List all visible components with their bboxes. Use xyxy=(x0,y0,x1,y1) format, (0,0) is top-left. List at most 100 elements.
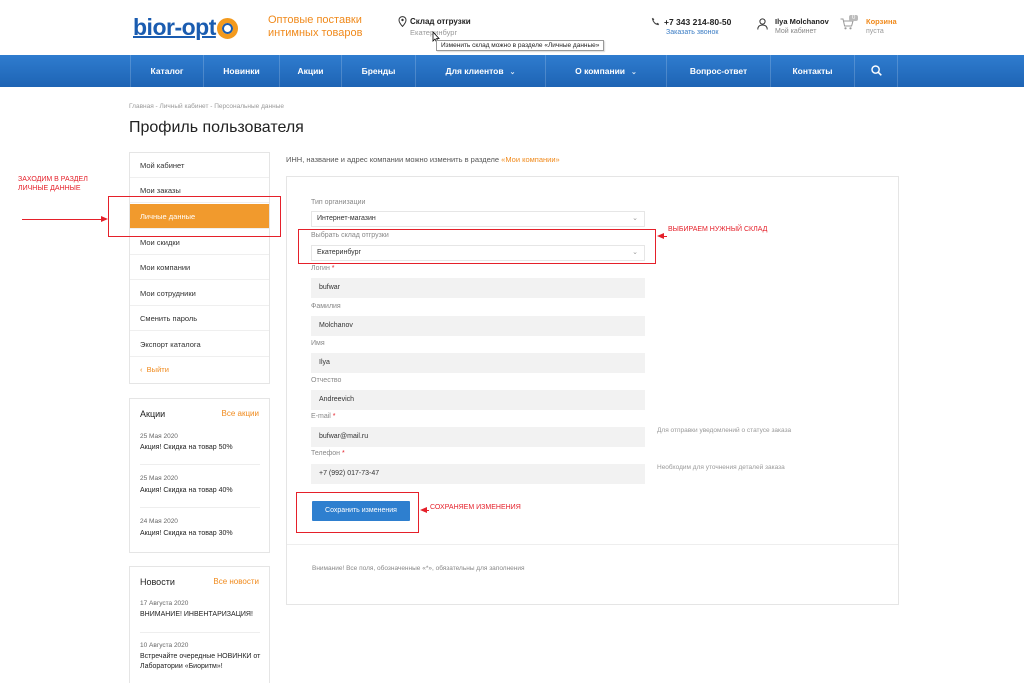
annotation-arrow xyxy=(663,236,667,237)
firstname-field[interactable]: Ilya xyxy=(311,353,645,373)
middlename-label: Отчество xyxy=(311,377,342,384)
site-tagline: Оптовые поставки интимных товаров xyxy=(268,14,362,40)
chevron-down-icon: ⌄ xyxy=(509,69,516,76)
required-mark: * xyxy=(331,265,335,272)
required-mark: * xyxy=(342,450,345,457)
phone-field[interactable]: +7 (992) 017-73-47 xyxy=(311,464,645,484)
org-type-value: Интернет-магазин xyxy=(317,215,376,222)
news-date: 10 Августа 2020 xyxy=(140,642,189,649)
nav-for-clients[interactable]: Для клиентов ⌄ xyxy=(415,55,545,87)
sidebar-item-my-employees[interactable]: Мои сотрудники xyxy=(130,281,269,306)
annotation-save-text: Сохраняем изменения xyxy=(430,504,521,511)
phone-icon xyxy=(651,17,660,26)
middlename-field[interactable]: Andreevich xyxy=(311,390,645,410)
cart-count-badge: 0 xyxy=(849,15,859,21)
news-link[interactable]: Встречайте очередные НОВИНКИ от Лаборато… xyxy=(140,652,264,672)
annotation-arrow xyxy=(426,510,429,511)
divider xyxy=(287,544,898,545)
promo-link[interactable]: Акция! Скидка на товар 30% xyxy=(140,529,233,539)
promos-panel: Акции Все акции 25 Мая 2020 Акция! Скидк… xyxy=(129,398,270,553)
news-title: Новости xyxy=(140,577,175,587)
logo-text: bior-opt xyxy=(133,13,216,40)
promos-title: Акции xyxy=(140,409,166,419)
phone-hint: Необходим для уточнения деталей заказа xyxy=(657,464,785,471)
tagline-line-1: Оптовые поставки xyxy=(268,14,362,26)
lastname-label: Фамилия xyxy=(311,303,341,310)
nav-contacts[interactable]: Контакты xyxy=(770,55,854,87)
required-fields-note: Внимание! Все поля, обозначенные «*», об… xyxy=(312,565,525,572)
my-companies-link[interactable]: «Мои компании» xyxy=(501,155,560,164)
callback-link[interactable]: Заказать звонок xyxy=(666,29,718,36)
annotation-warehouse-text: Выбираем нужный склад xyxy=(668,226,768,233)
account-sidebar: Мой кабинет Мои заказы Личные данные Мои… xyxy=(129,152,270,384)
logout-label: Выйти xyxy=(146,365,169,374)
map-pin-icon xyxy=(398,16,407,27)
divider xyxy=(140,507,260,508)
nav-search[interactable] xyxy=(854,55,898,87)
annotation-arrow xyxy=(22,219,106,220)
org-type-label: Тип организации xyxy=(311,199,366,206)
cart-link[interactable]: Корзина xyxy=(866,17,897,26)
intro-label: ИНН, название и адрес компании можно изм… xyxy=(286,155,502,164)
all-promos-link[interactable]: Все акции xyxy=(222,409,259,418)
back-arrow-icon: ‹ xyxy=(140,365,147,374)
news-link[interactable]: ВНИМАНИЕ! ИНВЕНТАРИЗАЦИЯ! xyxy=(140,610,253,620)
promo-date: 24 Мая 2020 xyxy=(140,518,178,525)
breadcrumb[interactable]: Главная - Личный кабинет - Персональные … xyxy=(129,103,284,110)
warehouse-selector[interactable]: Склад отгрузки xyxy=(410,17,471,26)
promo-date: 25 Мая 2020 xyxy=(140,475,178,482)
intro-text: ИНН, название и адрес компании можно изм… xyxy=(286,155,560,164)
org-type-select[interactable]: Интернет-магазин ⌄ xyxy=(311,211,645,227)
chevron-down-icon: ⌄ xyxy=(631,69,637,76)
annotation-section-text: Заходим в раздел личные данные xyxy=(18,176,88,192)
sidebar-item-my-companies[interactable]: Мои компании xyxy=(130,255,269,280)
header-phone[interactable]: +7 343 214-80-50 xyxy=(664,17,731,27)
sidebar-item-change-password[interactable]: Сменить пароль xyxy=(130,306,269,331)
search-icon xyxy=(870,65,882,76)
nav-new[interactable]: Новинки xyxy=(203,55,279,87)
email-label-text: E-mail xyxy=(311,413,331,420)
firstname-label: Имя xyxy=(311,340,325,347)
all-news-link[interactable]: Все новости xyxy=(213,577,259,586)
user-name[interactable]: Ilya Molchanov xyxy=(775,17,829,26)
nav-brands[interactable]: Бренды xyxy=(341,55,415,87)
nav-about[interactable]: О компании ⌄ xyxy=(545,55,666,87)
email-field[interactable]: bufwar@mail.ru xyxy=(311,427,645,447)
phone-label-text: Телефон xyxy=(311,450,341,457)
my-account-link[interactable]: Мой кабинет xyxy=(775,28,816,35)
nav-faq[interactable]: Вопрос-ответ xyxy=(666,55,770,87)
promo-date: 25 Мая 2020 xyxy=(140,433,178,440)
nav-catalog[interactable]: Каталог xyxy=(130,55,203,87)
email-label: E-mail * xyxy=(311,413,336,420)
cart-status: пуста xyxy=(866,28,884,35)
warehouse-tooltip: Изменить склад можно в разделе «Личные д… xyxy=(436,40,605,51)
nav-for-clients-label: Для клиентов xyxy=(445,66,504,76)
main-nav: Каталог Новинки Акции Бренды Для клиенто… xyxy=(0,55,1024,87)
required-mark: * xyxy=(332,413,336,420)
email-hint: Для отправки уведомлений о статусе заказ… xyxy=(657,427,792,434)
promo-link[interactable]: Акция! Скидка на товар 50% xyxy=(140,443,233,453)
login-field[interactable]: bufwar xyxy=(311,278,645,298)
logo-mark-icon xyxy=(216,17,238,39)
tagline-line-2: интимных товаров xyxy=(268,27,363,39)
annotation-box-personal-data xyxy=(108,196,281,237)
sidebar-item-my-account[interactable]: Мой кабинет xyxy=(130,153,269,178)
login-label: Логин * xyxy=(311,265,335,272)
divider xyxy=(140,632,260,633)
sidebar-item-export-catalog[interactable]: Экспорт каталога xyxy=(130,332,269,357)
logout-link[interactable]: ‹ Выйти xyxy=(130,357,269,382)
nav-promos[interactable]: Акции xyxy=(279,55,341,87)
divider xyxy=(140,464,260,465)
site-header: bior-opt Оптовые поставки интимных товар… xyxy=(0,0,1024,55)
login-label-text: Логин xyxy=(311,265,330,272)
annotation-box-warehouse xyxy=(298,229,656,264)
phone-label: Телефон * xyxy=(311,450,345,457)
news-date: 17 Августа 2020 xyxy=(140,600,189,607)
promo-link[interactable]: Акция! Скидка на товар 40% xyxy=(140,486,233,496)
annotation-box-save xyxy=(296,492,419,533)
lastname-field[interactable]: Molchanov xyxy=(311,316,645,336)
user-icon xyxy=(757,18,768,30)
site-logo[interactable]: bior-opt xyxy=(133,14,238,40)
arrow-head-icon xyxy=(101,216,108,222)
page-title: Профиль пользователя xyxy=(129,119,304,136)
